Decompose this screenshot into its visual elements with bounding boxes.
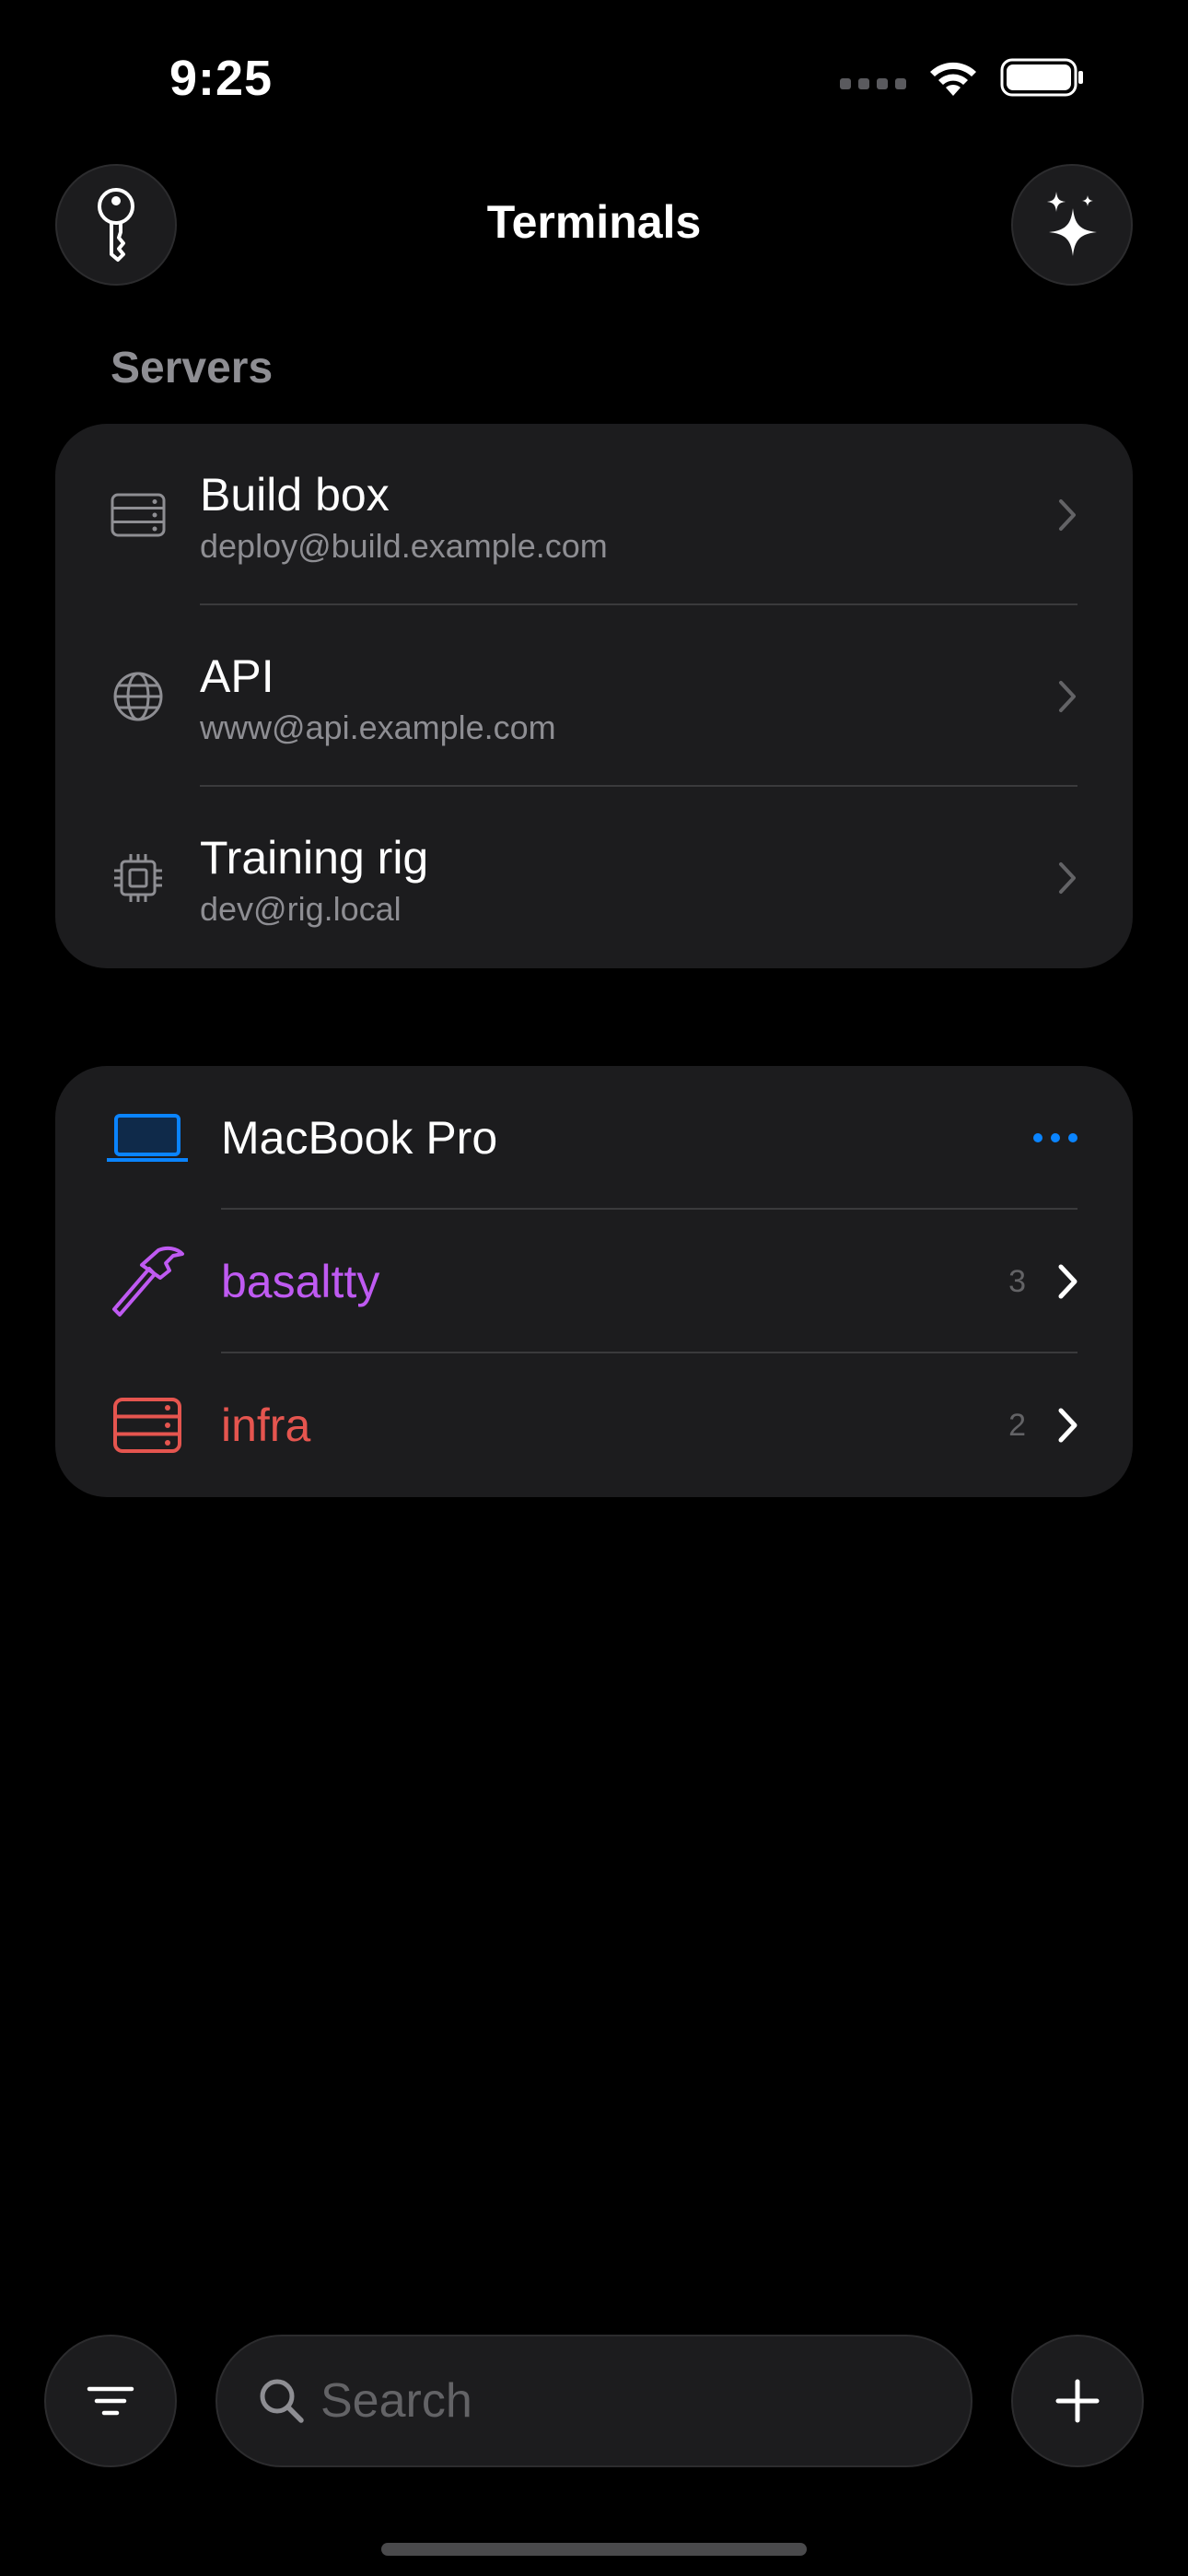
device-card: MacBook Pro basaltty 3 infra 2 bbox=[55, 1066, 1133, 1497]
servers-section-label: Servers bbox=[111, 344, 274, 392]
search-bar[interactable] bbox=[215, 2335, 973, 2467]
folder-name: basaltty bbox=[221, 1256, 380, 1307]
folder-name: infra bbox=[221, 1399, 311, 1451]
sparkles-icon bbox=[1047, 192, 1097, 256]
chevron-right-icon bbox=[1059, 861, 1076, 894]
terminals-screen: 9:25 Terminals Servers Build box deploy@… bbox=[0, 0, 1188, 2576]
laptop-icon bbox=[107, 1114, 188, 1162]
server-row-build-box[interactable]: Build box deploy@build.example.com bbox=[55, 424, 1133, 605]
status-time: 9:25 bbox=[169, 51, 274, 106]
cpu-chip-icon bbox=[114, 853, 162, 902]
folder-row-basaltty[interactable]: basaltty 3 bbox=[55, 1210, 1133, 1353]
server-address: www@api.example.com bbox=[200, 708, 556, 746]
plus-icon bbox=[1055, 2379, 1100, 2423]
ai-assistant-button[interactable] bbox=[1011, 164, 1133, 286]
server-address: deploy@build.example.com bbox=[200, 527, 608, 565]
session-count-badge: 2 bbox=[1008, 1408, 1026, 1443]
page-title: Terminals bbox=[486, 196, 702, 248]
server-rack-icon bbox=[113, 1398, 181, 1453]
search-icon bbox=[260, 2379, 304, 2423]
search-input[interactable] bbox=[320, 2336, 928, 2465]
server-address: dev@rig.local bbox=[200, 890, 402, 928]
server-name: Training rig bbox=[200, 832, 429, 884]
server-row-training-rig[interactable]: Training rig dev@rig.local bbox=[55, 787, 1133, 968]
cellular-signal-icon bbox=[840, 78, 906, 89]
status-icons bbox=[840, 57, 1085, 98]
device-name: MacBook Pro bbox=[221, 1112, 498, 1164]
chevron-right-icon bbox=[1059, 498, 1076, 531]
server-name: API bbox=[200, 650, 274, 702]
hammer-icon bbox=[112, 1246, 184, 1317]
chevron-right-icon bbox=[1058, 1408, 1077, 1443]
session-count-badge: 3 bbox=[1008, 1264, 1026, 1299]
server-name: Build box bbox=[200, 469, 390, 521]
filter-button[interactable] bbox=[44, 2335, 177, 2467]
servers-card: Build box deploy@build.example.com API w… bbox=[55, 424, 1133, 968]
more-options-icon[interactable] bbox=[1033, 1066, 1077, 1210]
battery-icon bbox=[1000, 58, 1083, 97]
chevron-right-icon bbox=[1059, 680, 1076, 712]
device-header-macbook-pro[interactable]: MacBook Pro bbox=[55, 1066, 1133, 1210]
folder-row-infra[interactable]: infra 2 bbox=[55, 1353, 1133, 1497]
server-row-api[interactable]: API www@api.example.com bbox=[55, 605, 1133, 787]
filter-lines-icon bbox=[87, 2386, 134, 2416]
chevron-right-icon bbox=[1058, 1264, 1077, 1299]
server-rack-icon bbox=[111, 493, 166, 536]
home-indicator bbox=[381, 2543, 807, 2556]
globe-icon bbox=[113, 672, 163, 720]
add-button[interactable] bbox=[1011, 2335, 1144, 2467]
wifi-icon bbox=[930, 62, 976, 96]
